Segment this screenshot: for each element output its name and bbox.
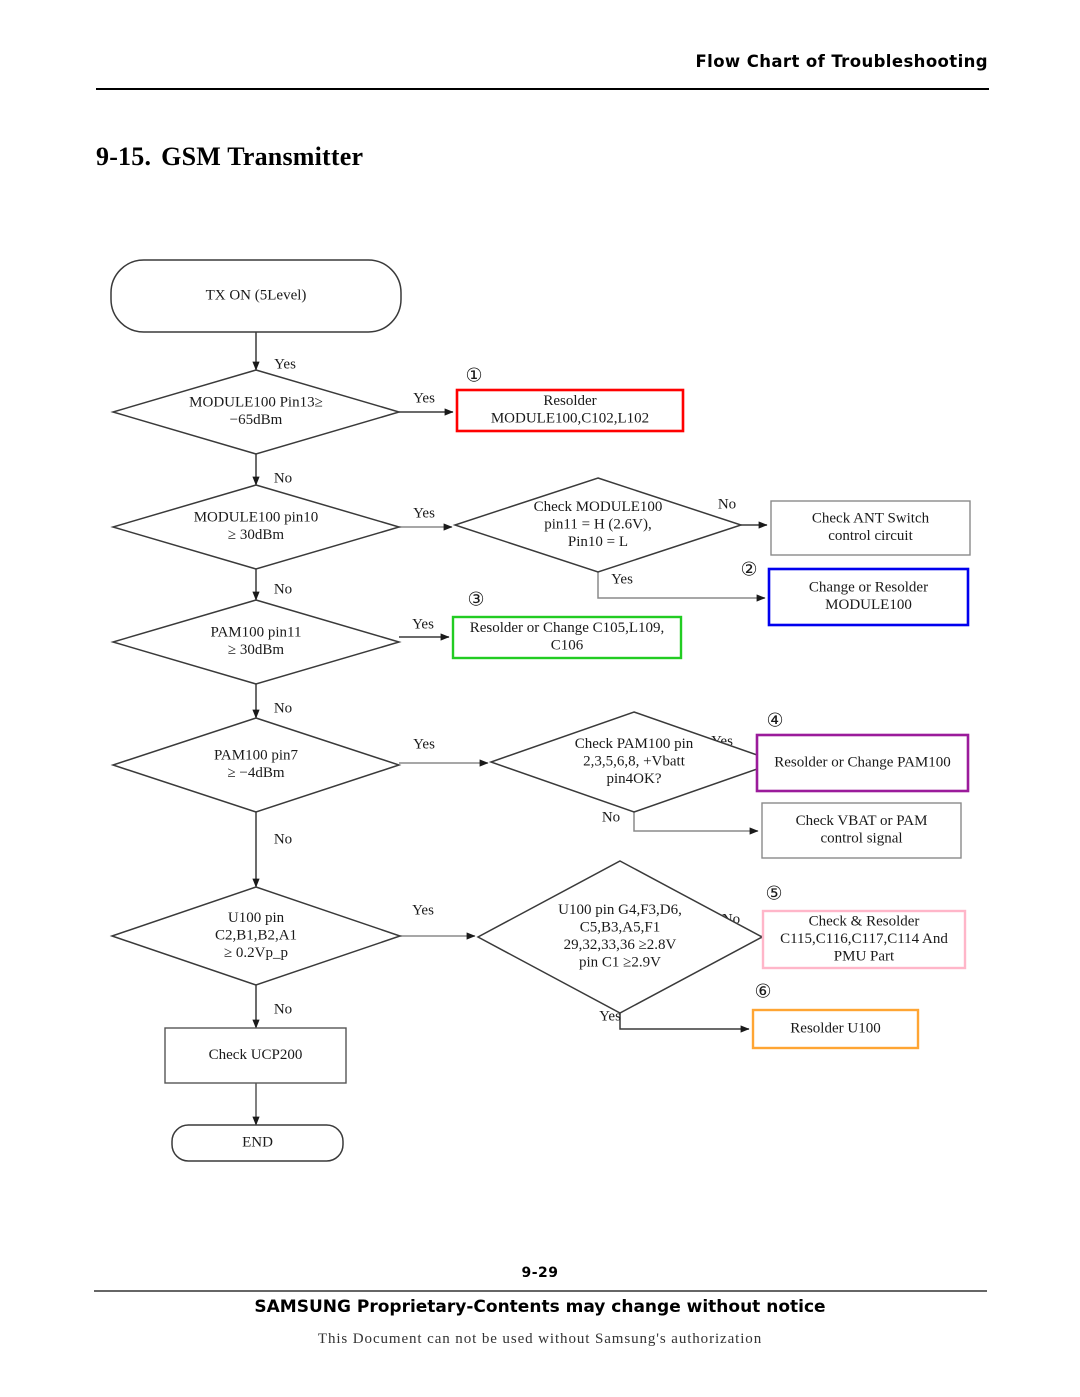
svg-text:−65dBm: −65dBm <box>230 412 283 428</box>
flow-edge: No <box>252 812 292 888</box>
flow-node-d2: MODULE100 pin10≥ 30dBm <box>110 484 402 570</box>
svg-text:Check MODULE100: Check MODULE100 <box>534 499 663 515</box>
svg-text:control signal: control signal <box>820 831 902 847</box>
flow-node-d1: MODULE100 Pin13≥−65dBm <box>110 369 402 455</box>
svg-text:C115,C116,C117,C114 And: C115,C116,C117,C114 And <box>780 931 948 947</box>
edge-label: Yes <box>412 616 434 632</box>
step-marker-6: ⑥ <box>754 981 771 1002</box>
step-marker-2: ② <box>740 559 757 580</box>
edge-label: No <box>602 809 620 825</box>
flow-node-boxucp: Check UCP200 <box>164 1027 347 1084</box>
edge-label: Yes <box>413 736 435 752</box>
step-marker-5: ⑤ <box>765 883 782 904</box>
flow-node-box3: Resolder or Change C105,L109, C106 <box>451 615 683 660</box>
edge-label: No <box>274 700 292 716</box>
flow-edge: Yes <box>399 736 489 767</box>
flow-node-d6: Check PAM100 pin2,3,5,6,8, +Vbatt pin4OK? <box>488 711 780 813</box>
svg-text:29,32,33,36 ≥2.8V: 29,32,33,36 ≥2.8V <box>564 937 677 953</box>
svg-text:pin C1 ≥2.9V: pin C1 ≥2.9V <box>579 955 661 971</box>
svg-text:END: END <box>242 1134 273 1150</box>
svg-text:MODULE100 Pin13≥: MODULE100 Pin13≥ <box>189 395 323 411</box>
footer-proprietary-notice: SAMSUNG Proprietary-Contents may change … <box>254 1297 826 1317</box>
flow-edge: Yes <box>399 505 453 531</box>
flow-nodes: TX ON (5Level) MODULE100 Pin13≥−65dBm Reso… <box>109 259 971 1162</box>
footer-authorization-notice: This Document can not be used without Sa… <box>317 1331 763 1347</box>
flow-node-box5: Check & Resolder C115,C116,C117,C114 AndP… <box>761 909 967 970</box>
flow-edge: No <box>252 569 292 601</box>
edge-label: No <box>274 1001 292 1017</box>
flow-node-start: TX ON (5Level) <box>110 259 402 333</box>
svg-text:≥ 0.2Vp_p: ≥ 0.2Vp_p <box>224 945 288 961</box>
flow-edge: No <box>252 684 292 719</box>
edge-label: No <box>718 496 736 512</box>
svg-text:PMU Part: PMU Part <box>834 948 895 964</box>
svg-text:MODULE100: MODULE100 <box>825 597 912 613</box>
document-page: Flow Chart of Troubleshooting 9-15. GSM T… <box>0 0 1080 1397</box>
flow-edge: No <box>252 985 292 1029</box>
svg-text:2,3,5,6,8, +Vbatt: 2,3,5,6,8, +Vbatt <box>583 753 686 769</box>
svg-text:U100 pin G4,F3,D6,: U100 pin G4,F3,D6, <box>558 902 682 918</box>
svg-text:MODULE100 pin10: MODULE100 pin10 <box>194 510 319 526</box>
svg-text:≥ 30dBm: ≥ 30dBm <box>228 642 284 658</box>
flow-edge: Yes <box>400 902 476 940</box>
flow-node-d3: Check MODULE100pin11 = H (2.6V), Pin10 = … <box>452 477 744 573</box>
svg-text:Resolder: Resolder <box>543 393 596 409</box>
svg-text:Check PAM100 pin: Check PAM100 pin <box>575 736 694 752</box>
flow-edge: No <box>252 454 292 486</box>
edge-label: Yes <box>413 505 435 521</box>
svg-text:PAM100 pin7: PAM100 pin7 <box>214 748 299 764</box>
svg-text:C106: C106 <box>551 638 584 654</box>
flow-node-d7: U100 pinC2,B1,B2,A1 ≥ 0.2Vp_p <box>109 886 403 986</box>
flow-node-box6: Resolder U100 <box>751 1008 920 1050</box>
svg-text:Check & Resolder: Check & Resolder <box>809 913 920 929</box>
flow-node-box4: Resolder or Change PAM100 <box>755 733 970 793</box>
svg-text:Change or Resolder: Change or Resolder <box>809 580 928 596</box>
flow-node-d8: U100 pin G4,F3,D6, C5,B3,A5,F129,32,33,36… <box>476 860 764 1014</box>
edge-label: No <box>274 581 292 597</box>
svg-text:PAM100 pin11: PAM100 pin11 <box>211 625 302 641</box>
flow-node-box1: Resolder MODULE100,C102,L102 <box>455 388 685 433</box>
step-marker-4: ④ <box>766 710 783 731</box>
edge-label: Yes <box>412 902 434 918</box>
svg-text:pin4OK?: pin4OK? <box>607 771 662 787</box>
svg-text:pin11 = H (2.6V),: pin11 = H (2.6V), <box>544 516 651 532</box>
svg-text:≥ −4dBm: ≥ −4dBm <box>227 765 284 781</box>
flow-node-d4: PAM100 pin11≥ 30dBm <box>110 599 402 685</box>
svg-text:Check UCP200: Check UCP200 <box>209 1047 303 1063</box>
flow-node-d5: PAM100 pin7≥ −4dBm <box>110 717 402 813</box>
flow-edge: Yes <box>399 616 450 641</box>
flow-edge: Yes <box>399 390 454 416</box>
svg-text:Check ANT Switch: Check ANT Switch <box>812 511 930 527</box>
flow-edge: Yes <box>252 332 296 372</box>
flow-node-end: END <box>171 1124 344 1162</box>
troubleshooting-flowchart: YesYesNoYesNoYesNoYesNoYes YesNoNoYesNoYe… <box>109 259 971 1162</box>
svg-text:C2,B1,B2,A1: C2,B1,B2,A1 <box>215 927 297 943</box>
footer-divider <box>94 1290 987 1292</box>
svg-text:Resolder or Change PAM100: Resolder or Change PAM100 <box>774 754 951 770</box>
svg-text:U100 pin: U100 pin <box>228 910 285 926</box>
flow-node-box2: Change or ResolderMODULE100 <box>767 567 970 627</box>
svg-text:control circuit: control circuit <box>828 528 913 544</box>
edge-label: No <box>274 831 292 847</box>
flow-node-boxvbat: Check VBAT or PAM control signal <box>761 802 962 859</box>
flow-edges: YesYesNoYesNoYesNoYesNoYes YesNoNoYesNoYe… <box>252 332 777 1126</box>
svg-text:Resolder U100: Resolder U100 <box>790 1020 880 1036</box>
svg-text:Resolder or Change C105,L109,: Resolder or Change C105,L109, <box>470 620 665 636</box>
flow-node-boxant: Check ANT Switchcontrol circuit <box>770 500 971 556</box>
svg-text:Pin10 = L: Pin10 = L <box>568 534 628 550</box>
svg-text:C5,B3,A5,F1: C5,B3,A5,F1 <box>580 920 660 936</box>
svg-text:MODULE100,C102,L102: MODULE100,C102,L102 <box>491 411 649 427</box>
flow-edge: No <box>602 809 759 835</box>
step-marker-3: ③ <box>467 589 484 610</box>
svg-text:TX ON (5Level): TX ON (5Level) <box>206 287 307 303</box>
svg-text:Check VBAT or PAM: Check VBAT or PAM <box>796 813 928 829</box>
edge-label: Yes <box>274 356 296 372</box>
page-number: 9-29 <box>521 1265 559 1281</box>
edge-label: No <box>274 470 292 486</box>
edge-label: Yes <box>611 571 633 587</box>
svg-text:≥ 30dBm: ≥ 30dBm <box>228 527 284 543</box>
edge-label: Yes <box>413 390 435 406</box>
step-marker-1: ① <box>465 365 482 386</box>
